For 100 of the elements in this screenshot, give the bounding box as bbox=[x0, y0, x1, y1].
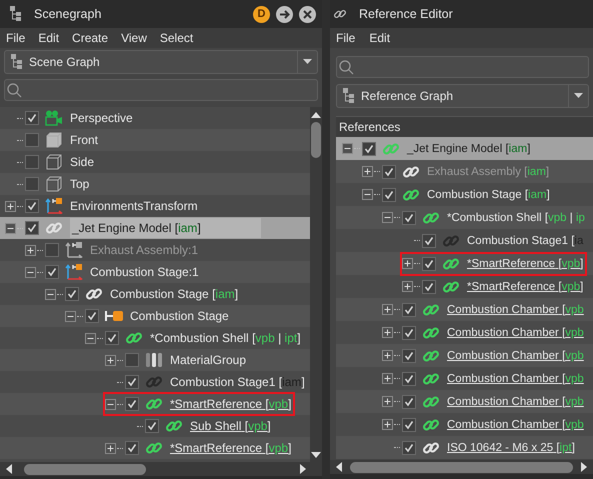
tree-row[interactable]: _Jet Engine Model [iam] bbox=[336, 137, 593, 160]
collapse-icon[interactable] bbox=[85, 332, 96, 344]
expand-icon[interactable] bbox=[362, 166, 373, 177]
tree-row[interactable]: Combustion Stage bbox=[0, 305, 310, 327]
collapse-icon[interactable] bbox=[382, 212, 393, 223]
right-arrow-icon[interactable] bbox=[300, 464, 306, 474]
view-dropdown[interactable]: Reference Graph bbox=[336, 84, 589, 108]
tree-row[interactable]: Top bbox=[0, 173, 310, 195]
tree-row[interactable]: *SmartReference [vpb] bbox=[0, 393, 310, 415]
menu-item[interactable]: File bbox=[6, 31, 26, 45]
menu-item[interactable]: Edit bbox=[38, 31, 60, 45]
tree-row[interactable]: Front bbox=[0, 129, 310, 151]
expand-icon[interactable] bbox=[25, 244, 36, 256]
checkbox[interactable] bbox=[25, 221, 39, 235]
menu-item[interactable]: Select bbox=[160, 31, 194, 45]
expand-icon[interactable] bbox=[382, 373, 393, 384]
tree-row[interactable]: *SmartReference [vpb] bbox=[336, 275, 593, 298]
checkbox[interactable] bbox=[402, 440, 416, 454]
expand-icon[interactable] bbox=[105, 442, 116, 454]
checkbox[interactable] bbox=[382, 188, 396, 202]
horizontal-scrollbar[interactable] bbox=[330, 460, 593, 474]
tree-row[interactable]: ISO 10642 - M6 x 25 [ipt] bbox=[336, 436, 593, 459]
column-header[interactable]: References bbox=[336, 116, 593, 137]
menu-item[interactable]: View bbox=[121, 31, 147, 45]
checkbox[interactable] bbox=[402, 372, 416, 386]
checkbox[interactable] bbox=[25, 155, 39, 169]
checkbox[interactable] bbox=[402, 348, 416, 362]
expand-icon[interactable] bbox=[105, 354, 116, 366]
checkbox[interactable] bbox=[402, 302, 416, 316]
right-arrow-icon[interactable] bbox=[581, 462, 587, 472]
checkbox[interactable] bbox=[422, 234, 436, 248]
scroll-thumb[interactable] bbox=[311, 122, 321, 158]
collapse-icon[interactable] bbox=[25, 266, 36, 278]
left-arrow-icon[interactable] bbox=[336, 462, 342, 472]
close-icon[interactable] bbox=[299, 6, 316, 22]
tree-row[interactable]: Combustion Chamber [vpb bbox=[336, 367, 593, 390]
collapse-icon[interactable] bbox=[342, 143, 353, 154]
menu-item[interactable]: Create bbox=[72, 31, 108, 45]
checkbox[interactable] bbox=[402, 326, 416, 340]
menu-item[interactable]: File bbox=[336, 31, 356, 45]
checkbox[interactable] bbox=[125, 441, 139, 455]
vertical-scrollbar[interactable] bbox=[310, 107, 322, 462]
collapse-icon[interactable] bbox=[105, 398, 116, 410]
expand-icon[interactable] bbox=[402, 281, 413, 292]
checkbox[interactable] bbox=[125, 375, 139, 389]
expand-icon[interactable] bbox=[382, 350, 393, 361]
expand-icon[interactable] bbox=[382, 419, 393, 430]
checkbox[interactable] bbox=[402, 210, 416, 224]
checkbox[interactable] bbox=[25, 199, 39, 213]
checkbox[interactable] bbox=[125, 353, 139, 367]
checkbox[interactable] bbox=[25, 177, 39, 191]
tree-row[interactable]: Combustion Chamber [vpb bbox=[336, 390, 593, 413]
scroll-thumb[interactable] bbox=[350, 462, 573, 472]
checkbox[interactable] bbox=[422, 256, 436, 270]
checkbox[interactable] bbox=[25, 133, 39, 147]
expand-icon[interactable] bbox=[382, 396, 393, 407]
expand-icon[interactable] bbox=[402, 258, 413, 269]
tree-row[interactable]: Combustion Chamber [vpb bbox=[336, 298, 593, 321]
collapse-icon[interactable] bbox=[45, 288, 56, 300]
tree-row[interactable]: Combustion Chamber [vpb bbox=[336, 321, 593, 344]
checkbox[interactable] bbox=[125, 397, 139, 411]
expand-icon[interactable] bbox=[382, 304, 393, 315]
node-label: Combustion Chamber [vpb bbox=[447, 326, 584, 338]
tree-row[interactable]: Combustion Chamber [vpb bbox=[336, 344, 593, 367]
horizontal-scrollbar[interactable] bbox=[0, 462, 322, 476]
status-badge[interactable]: D bbox=[253, 6, 270, 22]
tree-row[interactable]: *SmartReference [vpb] bbox=[336, 252, 593, 275]
tree-row[interactable]: MaterialGroup bbox=[0, 349, 310, 371]
tree-row[interactable]: Exhaust Assembly [iam] bbox=[336, 160, 593, 183]
collapse-icon[interactable] bbox=[65, 310, 76, 322]
left-arrow-icon[interactable] bbox=[6, 464, 12, 474]
checkbox[interactable] bbox=[45, 243, 59, 257]
down-arrow-icon[interactable] bbox=[311, 452, 321, 459]
collapse-icon[interactable] bbox=[5, 222, 16, 234]
tree-row[interactable]: *SmartReference [vpb] bbox=[0, 437, 310, 459]
tree-row[interactable]: _Jet Engine Model [iam] bbox=[0, 217, 310, 239]
search-field[interactable] bbox=[4, 79, 318, 101]
expand-icon[interactable] bbox=[5, 200, 16, 212]
checkbox[interactable] bbox=[402, 418, 416, 432]
tree-row[interactable]: Combustion Stage:1 bbox=[0, 261, 310, 283]
checkbox[interactable] bbox=[402, 394, 416, 408]
collapse-icon[interactable] bbox=[362, 189, 373, 200]
expand-icon[interactable] bbox=[382, 327, 393, 338]
tree-row[interactable]: Combustion Stage [iam] bbox=[336, 183, 593, 206]
tree-row[interactable]: Combustion Chamber [vpb bbox=[336, 413, 593, 436]
tree-row[interactable]: *Combustion Shell [vpb | ip bbox=[336, 206, 593, 229]
view-dropdown[interactable]: Scene Graph bbox=[4, 50, 318, 74]
checkbox[interactable] bbox=[145, 419, 159, 433]
search-field[interactable] bbox=[336, 56, 589, 78]
checkbox[interactable] bbox=[382, 164, 396, 178]
checkbox[interactable] bbox=[362, 142, 376, 156]
checkbox[interactable] bbox=[25, 111, 39, 125]
checkbox[interactable] bbox=[45, 265, 59, 279]
checkbox[interactable] bbox=[105, 331, 119, 345]
checkbox[interactable] bbox=[65, 287, 79, 301]
scroll-thumb[interactable] bbox=[24, 464, 146, 474]
checkbox[interactable] bbox=[422, 280, 436, 294]
checkbox[interactable] bbox=[85, 309, 99, 323]
menu-item[interactable]: Edit bbox=[369, 31, 390, 45]
up-arrow-icon[interactable] bbox=[311, 111, 321, 118]
